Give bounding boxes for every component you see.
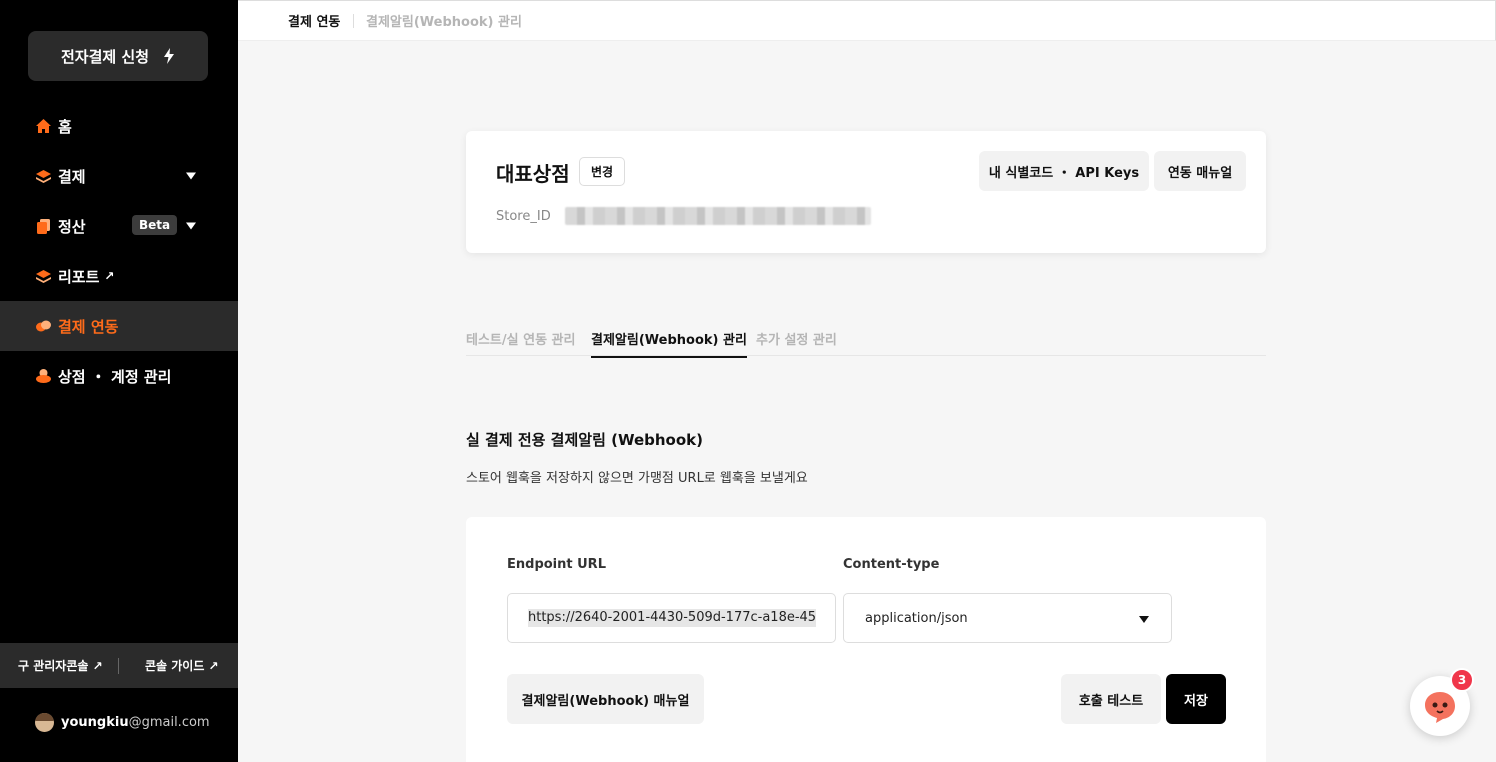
chat-bot-icon — [1425, 692, 1455, 723]
integration-manual-button[interactable]: 연동 매뉴얼 — [1154, 151, 1246, 191]
sidebar-item-label: 결제 연동 — [58, 317, 119, 336]
beta-badge: Beta — [132, 215, 178, 235]
divider — [353, 14, 354, 28]
layers-icon — [35, 168, 51, 184]
chevron-down-icon[interactable] — [186, 222, 196, 230]
tab-additional-settings[interactable]: 추가 설정 관리 — [756, 329, 837, 356]
apply-payment-button[interactable]: 전자결제 신청 — [28, 31, 208, 81]
save-button[interactable]: 저장 — [1166, 674, 1226, 724]
apply-payment-label: 전자결제 신청 — [60, 47, 150, 66]
sidebar-item-payment-integration[interactable]: 결제 연동 — [0, 301, 238, 351]
tab-test-live[interactable]: 테스트/실 연동 관리 — [466, 329, 575, 356]
console-guide-link[interactable]: 콘솔 가이드 ↗ — [145, 657, 219, 674]
section-title: 실 결제 전용 결제알림 (Webhook) — [466, 431, 703, 449]
sidebar-item-label: 상점 ・ 계정 관리 — [58, 367, 172, 386]
breadcrumb-current[interactable]: 결제 연동 — [288, 11, 340, 30]
sidebar-item-label: 결제 — [58, 167, 86, 186]
tab-webhook[interactable]: 결제알림(Webhook) 관리 — [591, 329, 747, 358]
avatar — [35, 713, 54, 732]
sidebar-nav: 홈 결제 정산 Beta 리포트 ↗ 결제 연동 상점 ・ 계정 관리 — [0, 101, 238, 401]
sidebar-item-report[interactable]: 리포트 ↗ — [0, 251, 238, 301]
user-name: youngkiu — [61, 715, 129, 730]
breadcrumb-sub[interactable]: 결제알림(Webhook) 관리 — [366, 11, 522, 30]
chat-notification-badge: 3 — [1450, 668, 1474, 692]
webhook-form: Endpoint URL Content-type https://2640-2… — [466, 517, 1266, 762]
webhook-manual-button[interactable]: 결제알림(Webhook) 매뉴얼 — [507, 674, 704, 724]
section-description: 스토어 웹훅을 저장하지 않으면 가맹점 URL로 웹훅을 보낼게요 — [466, 471, 808, 486]
lightning-icon — [164, 48, 175, 64]
endpoint-url-label: Endpoint URL — [507, 557, 606, 572]
store-title: 대표상점 — [496, 162, 570, 186]
sidebar-item-payment[interactable]: 결제 — [0, 151, 238, 201]
sidebar: 전자결제 신청 홈 결제 정산 Beta 리포트 ↗ 결제 연동 상점 ・ 계정… — [0, 0, 238, 762]
change-store-button[interactable]: 변경 — [579, 157, 625, 186]
sidebar-item-label: 정산 — [58, 217, 86, 236]
tab-bar: 테스트/실 연동 관리 결제알림(Webhook) 관리 추가 설정 관리 — [466, 326, 1266, 358]
sidebar-item-store-account[interactable]: 상점 ・ 계정 관리 — [0, 351, 238, 401]
api-keys-button[interactable]: 내 식별코드 ・ API Keys — [979, 151, 1149, 191]
document-icon — [35, 218, 51, 234]
endpoint-url-input[interactable]: https://2640-2001-4430-509d-177c-a18e-45 — [507, 593, 836, 643]
external-link-icon: ↗ — [104, 269, 115, 283]
store-card: 대표상점 변경 Store_ID 내 식별코드 ・ API Keys 연동 매뉴… — [466, 131, 1266, 253]
content-type-value: application/json — [865, 610, 968, 626]
content-type-label: Content-type — [843, 557, 940, 572]
store-id-label: Store_ID — [496, 209, 551, 224]
user-email-domain: @gmail.com — [128, 715, 210, 730]
link-icon — [35, 318, 51, 334]
breadcrumb: 결제 연동 결제알림(Webhook) 관리 — [238, 0, 1496, 41]
sidebar-footer: 구 관리자콘솔 ↗ 콘솔 가이드 ↗ — [0, 643, 238, 688]
chevron-down-icon — [1139, 616, 1149, 623]
sidebar-item-settlement[interactable]: 정산 Beta — [0, 201, 238, 251]
chevron-down-icon[interactable] — [186, 172, 196, 180]
sidebar-item-label: 리포트 — [58, 267, 100, 286]
content-type-select[interactable]: application/json — [843, 593, 1172, 643]
call-test-button[interactable]: 호출 테스트 — [1061, 674, 1161, 724]
store-id-value-redacted — [565, 207, 871, 225]
store-icon — [35, 368, 51, 384]
sidebar-item-home[interactable]: 홈 — [0, 101, 238, 151]
legacy-console-link[interactable]: 구 관리자콘솔 ↗ — [18, 657, 103, 674]
sidebar-item-label: 홈 — [58, 117, 72, 136]
layers-icon — [35, 268, 51, 284]
divider — [118, 658, 119, 674]
user-profile[interactable]: youngkiu @gmail.com — [35, 713, 210, 732]
endpoint-url-value: https://2640-2001-4430-509d-177c-a18e-45 — [528, 609, 817, 627]
home-icon — [35, 118, 51, 134]
